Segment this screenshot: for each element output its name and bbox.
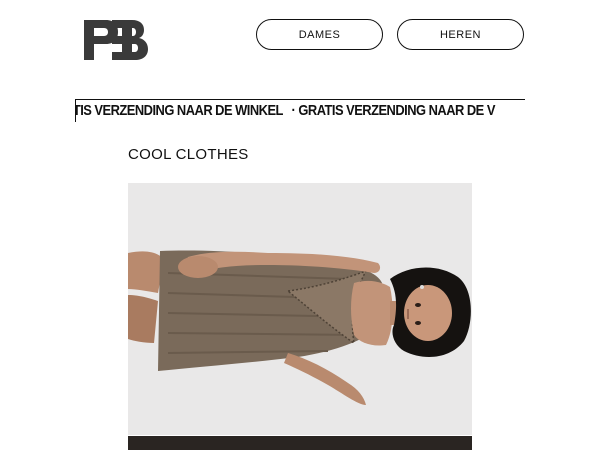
ticker-item: · GRATIS VERZENDING NAAR DE V (291, 102, 496, 119)
section-title: COOL CLOTHES (128, 146, 249, 163)
logo-mark (84, 20, 148, 60)
product-image-next[interactable] (128, 436, 472, 450)
shipping-ticker: ATIS VERZENDING NAAR DE WINKEL · GRATIS V… (75, 99, 525, 122)
nav-heren-label: HEREN (439, 28, 481, 41)
nav-dames-label: DAMES (298, 28, 341, 41)
product-image[interactable] (128, 183, 472, 435)
ticker-item: ATIS VERZENDING NAAR DE WINKEL (75, 102, 283, 119)
nav-dames-button[interactable]: DAMES (256, 19, 383, 50)
brand-logo[interactable] (84, 20, 148, 60)
product-photo (128, 183, 472, 435)
ticker-track: ATIS VERZENDING NAAR DE WINKEL · GRATIS V… (75, 101, 504, 121)
nav-heren-button[interactable]: HEREN (397, 19, 524, 50)
